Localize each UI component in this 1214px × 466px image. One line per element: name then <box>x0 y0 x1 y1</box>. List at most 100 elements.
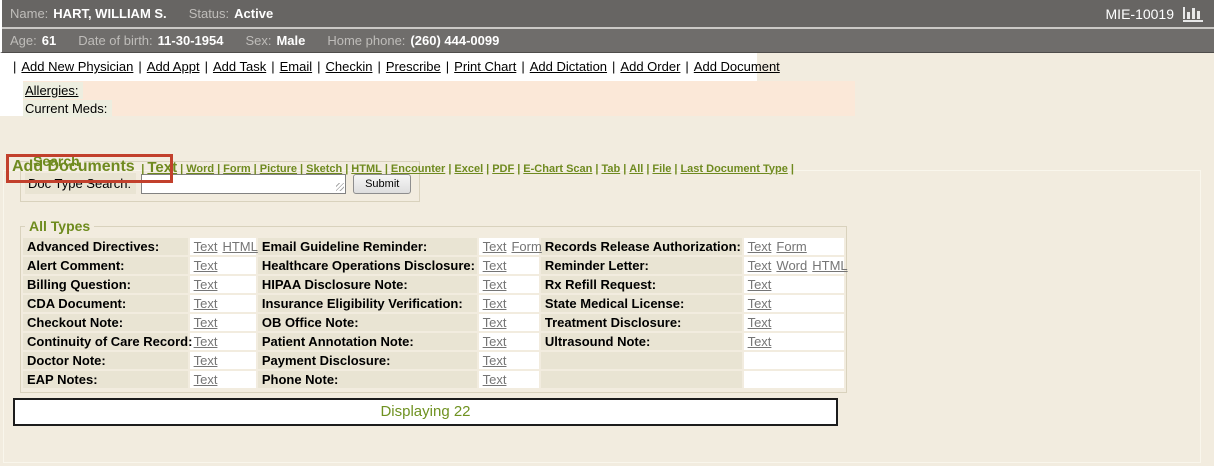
doc-type-link-text[interactable]: Text <box>748 277 772 292</box>
doc-type-link-text[interactable]: Text <box>194 277 218 292</box>
doc-type-link-cell: Text <box>744 333 844 350</box>
doc-type-link-text[interactable]: Text <box>483 258 507 273</box>
doc-type-link-text[interactable]: Text <box>748 315 772 330</box>
name-label: Name: <box>10 6 48 21</box>
doc-type-label: Ultrasound Note: <box>541 333 742 350</box>
doc-type-label: Doctor Note: <box>23 352 188 369</box>
doc-type-link-text[interactable]: Text <box>194 239 218 254</box>
doc-type-link-text[interactable]: Text <box>483 334 507 349</box>
doc-type-tab-all[interactable]: All <box>629 163 643 175</box>
doc-type-link-cell: Text <box>479 314 539 331</box>
action-link-prescribe[interactable]: Prescribe <box>386 59 441 74</box>
doc-type-link-text[interactable]: Text <box>748 258 772 273</box>
doc-type-link-text[interactable]: Text <box>194 258 218 273</box>
separator: | <box>486 163 489 175</box>
action-link-add-appt[interactable]: Add Appt <box>147 59 200 74</box>
doc-type-empty-cell <box>541 352 742 369</box>
doc-type-tab-encounter[interactable]: Encounter <box>391 163 445 175</box>
doc-type-tab-sketch[interactable]: Sketch <box>306 163 342 175</box>
phone-label: Home phone: <box>327 33 405 48</box>
displaying-count: Displaying 22 <box>13 398 838 426</box>
table-row: EAP Notes:TextPhone Note:Text <box>23 371 844 388</box>
submit-button[interactable]: Submit <box>353 174 411 194</box>
demographics-bar: Age: 61 Date of birth: 11-30-1954 Sex: M… <box>0 29 1214 53</box>
doc-type-tab-text[interactable]: Text <box>147 159 177 176</box>
doc-type-link-cell: Text <box>479 371 539 388</box>
doc-type-tab-form[interactable]: Form <box>223 163 251 175</box>
action-link-email[interactable]: Email <box>280 59 313 74</box>
doc-type-label: Alert Comment: <box>23 257 188 274</box>
doc-type-label: Insurance Eligibility Verification: <box>258 295 477 312</box>
doc-type-tab-excel[interactable]: Excel <box>454 163 483 175</box>
patient-name: HART, WILLIAM S. <box>53 6 166 21</box>
doc-type-link-text[interactable]: Text <box>194 334 218 349</box>
doc-type-tab-word[interactable]: Word <box>186 163 214 175</box>
dob-label: Date of birth: <box>78 33 152 48</box>
doc-types-tbody: Advanced Directives:TextHTMLEmail Guidel… <box>23 238 844 388</box>
action-link-add-new-physician[interactable]: Add New Physician <box>21 59 133 74</box>
separator: | <box>205 59 208 74</box>
doc-type-link-cell: Text <box>479 257 539 274</box>
separator: | <box>685 59 688 74</box>
status-label: Status: <box>189 6 229 21</box>
doc-type-tab-e-chart-scan[interactable]: E-Chart Scan <box>523 163 592 175</box>
doc-type-tab-picture[interactable]: Picture <box>260 163 297 175</box>
doc-type-link-cell: Text HTML <box>190 238 256 255</box>
doc-type-tab-file[interactable]: File <box>652 163 671 175</box>
action-link-add-document[interactable]: Add Document <box>694 59 780 74</box>
action-link-add-task[interactable]: Add Task <box>213 59 266 74</box>
doc-type-link-cell: Text <box>479 295 539 312</box>
doc-type-empty-cell <box>541 371 742 388</box>
doc-type-link-text[interactable]: Text <box>194 315 218 330</box>
doc-type-link-text[interactable]: Text <box>194 353 218 368</box>
doc-type-label: Patient Annotation Note: <box>258 333 477 350</box>
doc-type-link-text[interactable]: Text <box>748 239 772 254</box>
action-link-checkin[interactable]: Checkin <box>326 59 373 74</box>
table-row: Billing Question:TextHIPAA Disclosure No… <box>23 276 844 293</box>
doc-type-link-form[interactable]: Form <box>511 239 541 254</box>
table-row: Advanced Directives:TextHTMLEmail Guidel… <box>23 238 844 255</box>
doc-type-link-text[interactable]: Text <box>483 315 507 330</box>
action-link-print-chart[interactable]: Print Chart <box>454 59 516 74</box>
patient-sex: Male <box>276 33 305 48</box>
doc-type-link-text[interactable]: Text <box>748 334 772 349</box>
separator: | <box>138 59 141 74</box>
action-links-band: | Add New Physician | Add Appt | Add Task | Ema… <box>0 53 1214 81</box>
separator: | <box>446 59 449 74</box>
doc-type-link-text[interactable]: Text <box>748 296 772 311</box>
doc-type-link-cell: Text <box>190 371 256 388</box>
doc-type-link-text[interactable]: Text <box>483 296 507 311</box>
separator: | <box>623 163 626 175</box>
doc-type-tab-tab[interactable]: Tab <box>601 163 620 175</box>
doc-type-link-html[interactable]: HTML <box>812 258 847 273</box>
doc-type-tab-last-document-type[interactable]: Last Document Type <box>680 163 787 175</box>
doc-type-tabs: |Text|Word|Form|Picture|Sketch|HTML|Enco… <box>138 160 797 175</box>
doc-type-tab-html[interactable]: HTML <box>351 163 382 175</box>
patient-dob: 11-30-1954 <box>158 33 224 48</box>
doc-type-link-cell: Text <box>744 276 844 293</box>
doc-type-link-text[interactable]: Text <box>483 353 507 368</box>
doc-type-link-word[interactable]: Word <box>776 258 807 273</box>
action-link-add-order[interactable]: Add Order <box>620 59 680 74</box>
doc-type-label: Continuity of Care Record: <box>23 333 188 350</box>
doc-type-label: CDA Document: <box>23 295 188 312</box>
doc-type-label: Rx Refill Request: <box>541 276 742 293</box>
page-title: Add Documents <box>12 158 135 175</box>
current-meds-label[interactable]: Current Meds: <box>23 100 112 117</box>
doc-type-link-html[interactable]: HTML <box>222 239 257 254</box>
separator: | <box>612 59 615 74</box>
doc-type-link-form[interactable]: Form <box>776 239 806 254</box>
bar-chart-icon[interactable] <box>1182 6 1204 22</box>
allergies-link[interactable]: Allergies: <box>23 82 83 99</box>
doc-type-link-text[interactable]: Text <box>194 296 218 311</box>
separator: | <box>791 163 794 175</box>
action-link-add-dictation[interactable]: Add Dictation <box>530 59 607 74</box>
doc-type-tab-pdf[interactable]: PDF <box>492 163 514 175</box>
patient-phone: (260) 444-0099 <box>410 33 499 48</box>
doc-type-link-text[interactable]: Text <box>483 239 507 254</box>
doc-type-link-text[interactable]: Text <box>483 372 507 387</box>
doc-type-link-text[interactable]: Text <box>194 372 218 387</box>
doc-type-link-text[interactable]: Text <box>483 277 507 292</box>
doc-type-label: Payment Disclosure: <box>258 352 477 369</box>
doc-type-search-input[interactable] <box>141 174 346 194</box>
